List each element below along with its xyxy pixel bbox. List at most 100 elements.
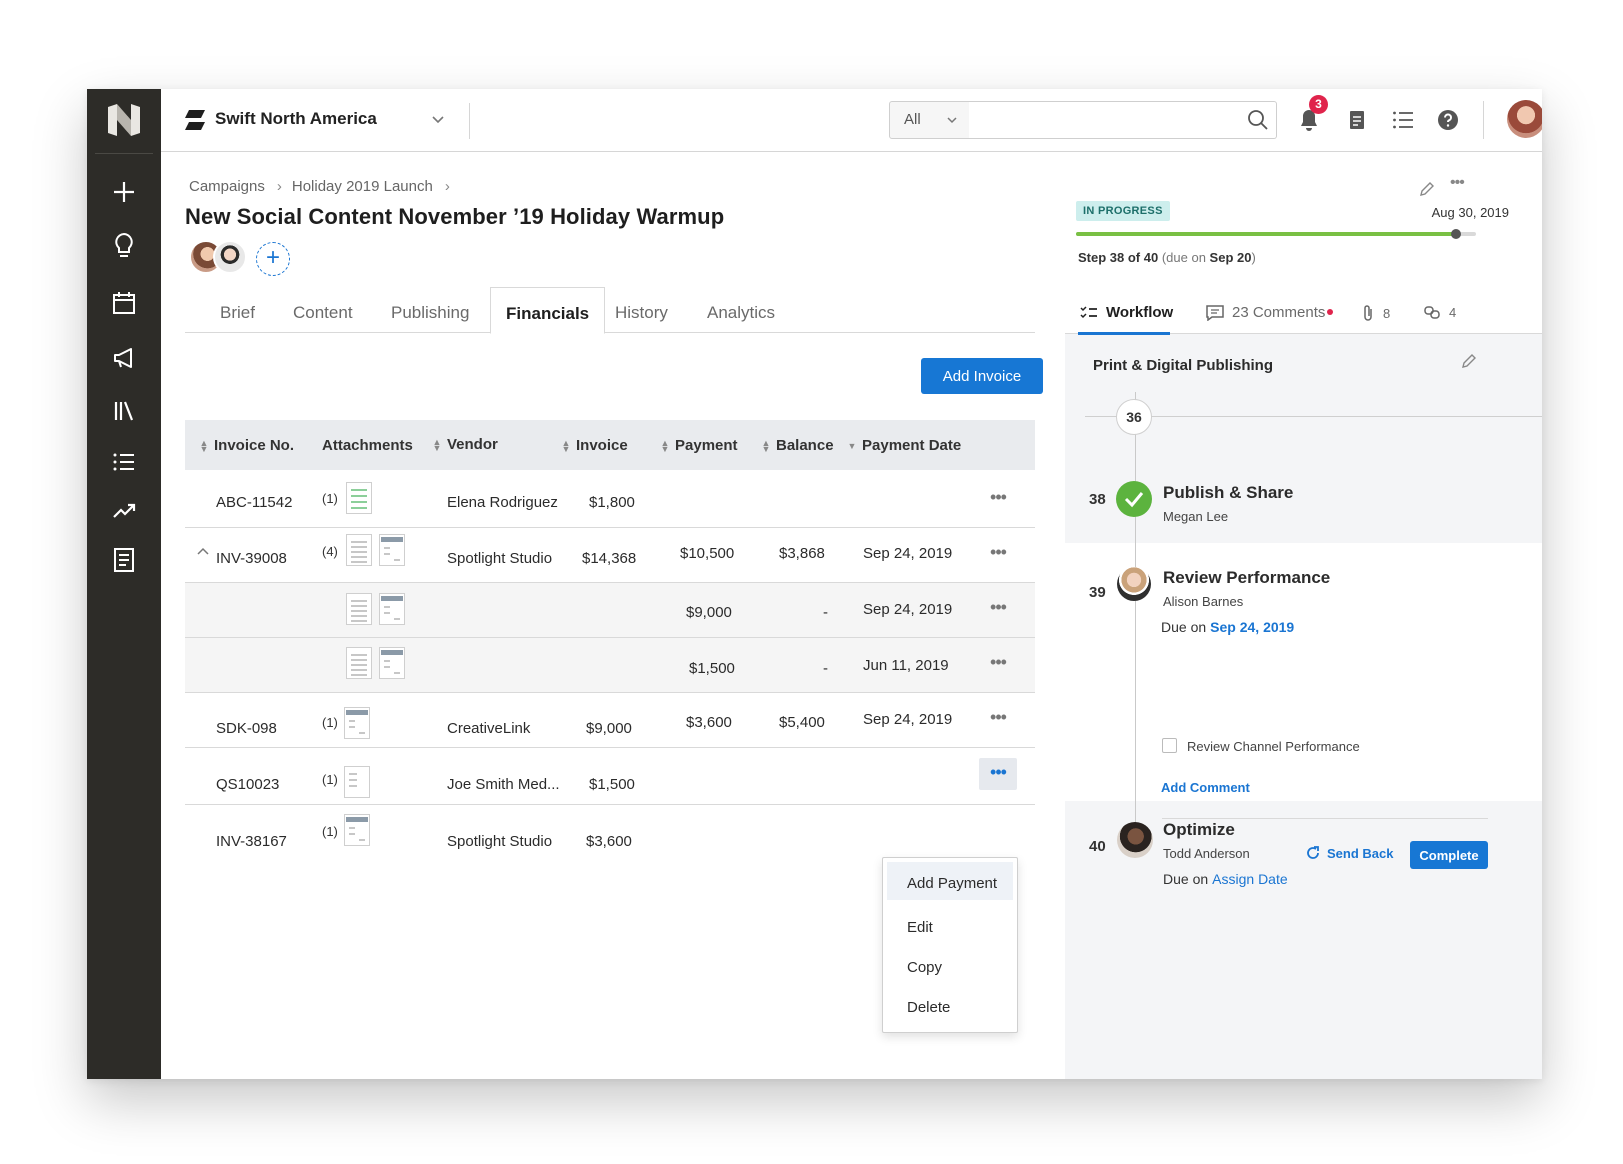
row-more-menu-button[interactable]: ••• bbox=[985, 598, 1011, 620]
tab-publishing[interactable]: Publishing bbox=[391, 287, 469, 333]
calendar-icon[interactable] bbox=[109, 288, 139, 318]
table-row[interactable]: ABC-11542 (1) Elena Rodriguez $1,800 ••• bbox=[185, 470, 1035, 528]
attachment-thumbnail[interactable] bbox=[346, 647, 372, 679]
column-header-invoice-no[interactable]: ▲ ▼ Invoice No. bbox=[199, 437, 295, 454]
chevron-right-icon: › bbox=[444, 178, 450, 195]
avatar bbox=[1117, 822, 1153, 858]
row-more-menu-button[interactable]: ••• bbox=[985, 653, 1011, 675]
attachment-thumbnail[interactable] bbox=[344, 707, 370, 739]
step-node[interactable]: 36 bbox=[1116, 399, 1152, 435]
column-header-payment[interactable]: ▲ ▼ Payment bbox=[660, 437, 738, 454]
analytics-trend-icon[interactable] bbox=[109, 495, 139, 525]
column-header-invoice[interactable]: ▲ ▼ Invoice bbox=[561, 437, 628, 454]
step-title[interactable]: Review Performance bbox=[1163, 568, 1330, 588]
sort-icon: ▲ ▼ bbox=[432, 437, 442, 454]
attachment-count: (1) bbox=[322, 491, 338, 506]
tab-comments[interactable]: 23 Comments bbox=[1206, 304, 1325, 321]
attachment-thumbnail[interactable] bbox=[379, 593, 405, 625]
row-more-menu-button[interactable]: ••• bbox=[985, 488, 1011, 510]
assign-date-link[interactable]: Assign Date bbox=[1212, 871, 1287, 887]
breadcrumb-campaigns[interactable]: Campaigns bbox=[189, 178, 265, 195]
breadcrumb-holiday-launch[interactable]: Holiday 2019 Launch bbox=[292, 178, 433, 195]
balance-amount: - bbox=[823, 660, 828, 677]
step-owner: Alison Barnes bbox=[1163, 594, 1244, 609]
add-member-button[interactable]: + bbox=[256, 242, 290, 276]
tab-workflow[interactable]: Workflow bbox=[1080, 304, 1173, 321]
table-row[interactable]: $9,000 - Sep 24, 2019 ••• bbox=[185, 583, 1035, 638]
edit-pencil-icon[interactable] bbox=[1418, 180, 1436, 198]
attachment-thumbnail[interactable] bbox=[344, 814, 370, 846]
column-header-balance[interactable]: ▲ ▼ Balance bbox=[761, 437, 834, 454]
table-row[interactable]: $1,500 - Jun 11, 2019 ••• bbox=[185, 638, 1035, 693]
tab-content[interactable]: Content bbox=[293, 287, 353, 333]
invoice-number[interactable]: INV-39008 bbox=[216, 550, 287, 567]
tab-history[interactable]: History bbox=[615, 287, 668, 333]
menu-item-delete[interactable]: Delete bbox=[883, 986, 1017, 1026]
more-options-icon[interactable]: ••• bbox=[1450, 174, 1465, 192]
step-owner: Megan Lee bbox=[1163, 509, 1229, 524]
user-avatar[interactable] bbox=[1507, 100, 1542, 138]
create-icon[interactable] bbox=[109, 177, 139, 207]
row-more-menu-button[interactable]: ••• bbox=[979, 758, 1017, 790]
tab-brief[interactable]: Brief bbox=[220, 287, 255, 333]
tab-analytics[interactable]: Analytics bbox=[707, 287, 775, 333]
tab-financials[interactable]: Financials bbox=[490, 287, 606, 334]
campaigns-megaphone-icon[interactable] bbox=[109, 343, 139, 373]
tab-links[interactable]: 4 bbox=[1423, 304, 1456, 320]
ideas-lightbulb-icon[interactable] bbox=[109, 231, 139, 261]
search-icon[interactable] bbox=[1247, 109, 1269, 131]
column-header-vendor[interactable]: ▲ ▼ Vendor bbox=[432, 436, 498, 453]
invoice-amount: $9,000 bbox=[586, 720, 632, 737]
search-scope-select[interactable]: All bbox=[889, 101, 970, 139]
table-row[interactable]: INV-38167 (1) Spotlight Studio $3,600 bbox=[185, 805, 1035, 860]
table-row[interactable]: QS10023 (1) Joe Smith Med... $1,500 ••• bbox=[185, 748, 1035, 805]
list-icon[interactable] bbox=[109, 447, 139, 477]
row-more-menu-button[interactable]: ••• bbox=[985, 543, 1011, 565]
reports-document-icon[interactable] bbox=[109, 545, 139, 575]
attachment-count: (1) bbox=[322, 715, 338, 730]
app-logo-icon[interactable] bbox=[106, 103, 142, 137]
due-date-link[interactable]: Sep 24, 2019 bbox=[1210, 619, 1294, 635]
column-header-payment-date[interactable]: ▼ Payment Date bbox=[847, 437, 962, 454]
tasks-icon[interactable] bbox=[1345, 108, 1369, 132]
collapse-chevron-up-icon[interactable] bbox=[196, 546, 210, 556]
table-row[interactable]: SDK-098 (1) CreativeLink $9,000 $3,600 $… bbox=[185, 693, 1035, 748]
menu-item-add-payment[interactable]: Add Payment bbox=[887, 862, 1013, 900]
completed-check-icon bbox=[1116, 481, 1152, 517]
help-icon[interactable] bbox=[1436, 108, 1460, 132]
row-more-menu-button[interactable]: ••• bbox=[985, 708, 1011, 730]
attachment-thumbnail[interactable] bbox=[346, 593, 372, 625]
attachment-thumbnail[interactable] bbox=[346, 534, 372, 566]
list-view-icon[interactable] bbox=[1391, 108, 1415, 132]
menu-item-copy[interactable]: Copy bbox=[883, 946, 1017, 986]
add-comment-link[interactable]: Add Comment bbox=[1161, 780, 1250, 795]
step-title[interactable]: Optimize bbox=[1163, 820, 1235, 840]
task-checkbox[interactable] bbox=[1162, 738, 1177, 753]
notification-count-badge: 3 bbox=[1309, 95, 1328, 114]
due-date: Sep 20 bbox=[1209, 250, 1252, 265]
tab-attachments[interactable]: 8 bbox=[1361, 304, 1390, 322]
add-invoice-button[interactable]: Add Invoice bbox=[921, 358, 1043, 394]
progress-knob bbox=[1451, 229, 1461, 239]
invoices-table: ▲ ▼ Invoice No. Attachments ▲ ▼ Vendor ▲ ▼ Inv… bbox=[185, 420, 1035, 860]
attachment-thumbnail[interactable] bbox=[346, 482, 372, 514]
vendor-name: Spotlight Studio bbox=[447, 833, 553, 850]
attachment-thumbnail[interactable] bbox=[344, 766, 370, 798]
send-back-button[interactable]: Send Back bbox=[1305, 845, 1393, 861]
invoice-number[interactable]: ABC-11542 bbox=[216, 494, 292, 511]
invoice-number[interactable]: INV-38167 bbox=[216, 833, 287, 850]
attachment-thumbnail[interactable] bbox=[379, 647, 405, 679]
table-row[interactable]: INV-39008 (4) Spotlight Studio $14,368 $… bbox=[185, 528, 1035, 583]
attachment-thumbnail[interactable] bbox=[379, 534, 405, 566]
invoice-number[interactable]: QS10023 bbox=[216, 776, 279, 793]
complete-button[interactable]: Complete bbox=[1410, 841, 1488, 869]
org-switcher-chevron-down-icon[interactable] bbox=[428, 109, 448, 129]
avatar[interactable] bbox=[213, 240, 247, 274]
edit-pencil-icon[interactable] bbox=[1460, 352, 1478, 370]
org-name[interactable]: Swift North America bbox=[215, 109, 377, 129]
step-title[interactable]: Publish & Share bbox=[1163, 483, 1293, 503]
menu-item-edit[interactable]: Edit bbox=[883, 906, 1017, 946]
invoice-number[interactable]: SDK-098 bbox=[216, 720, 277, 737]
library-icon[interactable] bbox=[109, 396, 139, 426]
search-input[interactable] bbox=[969, 101, 1277, 139]
